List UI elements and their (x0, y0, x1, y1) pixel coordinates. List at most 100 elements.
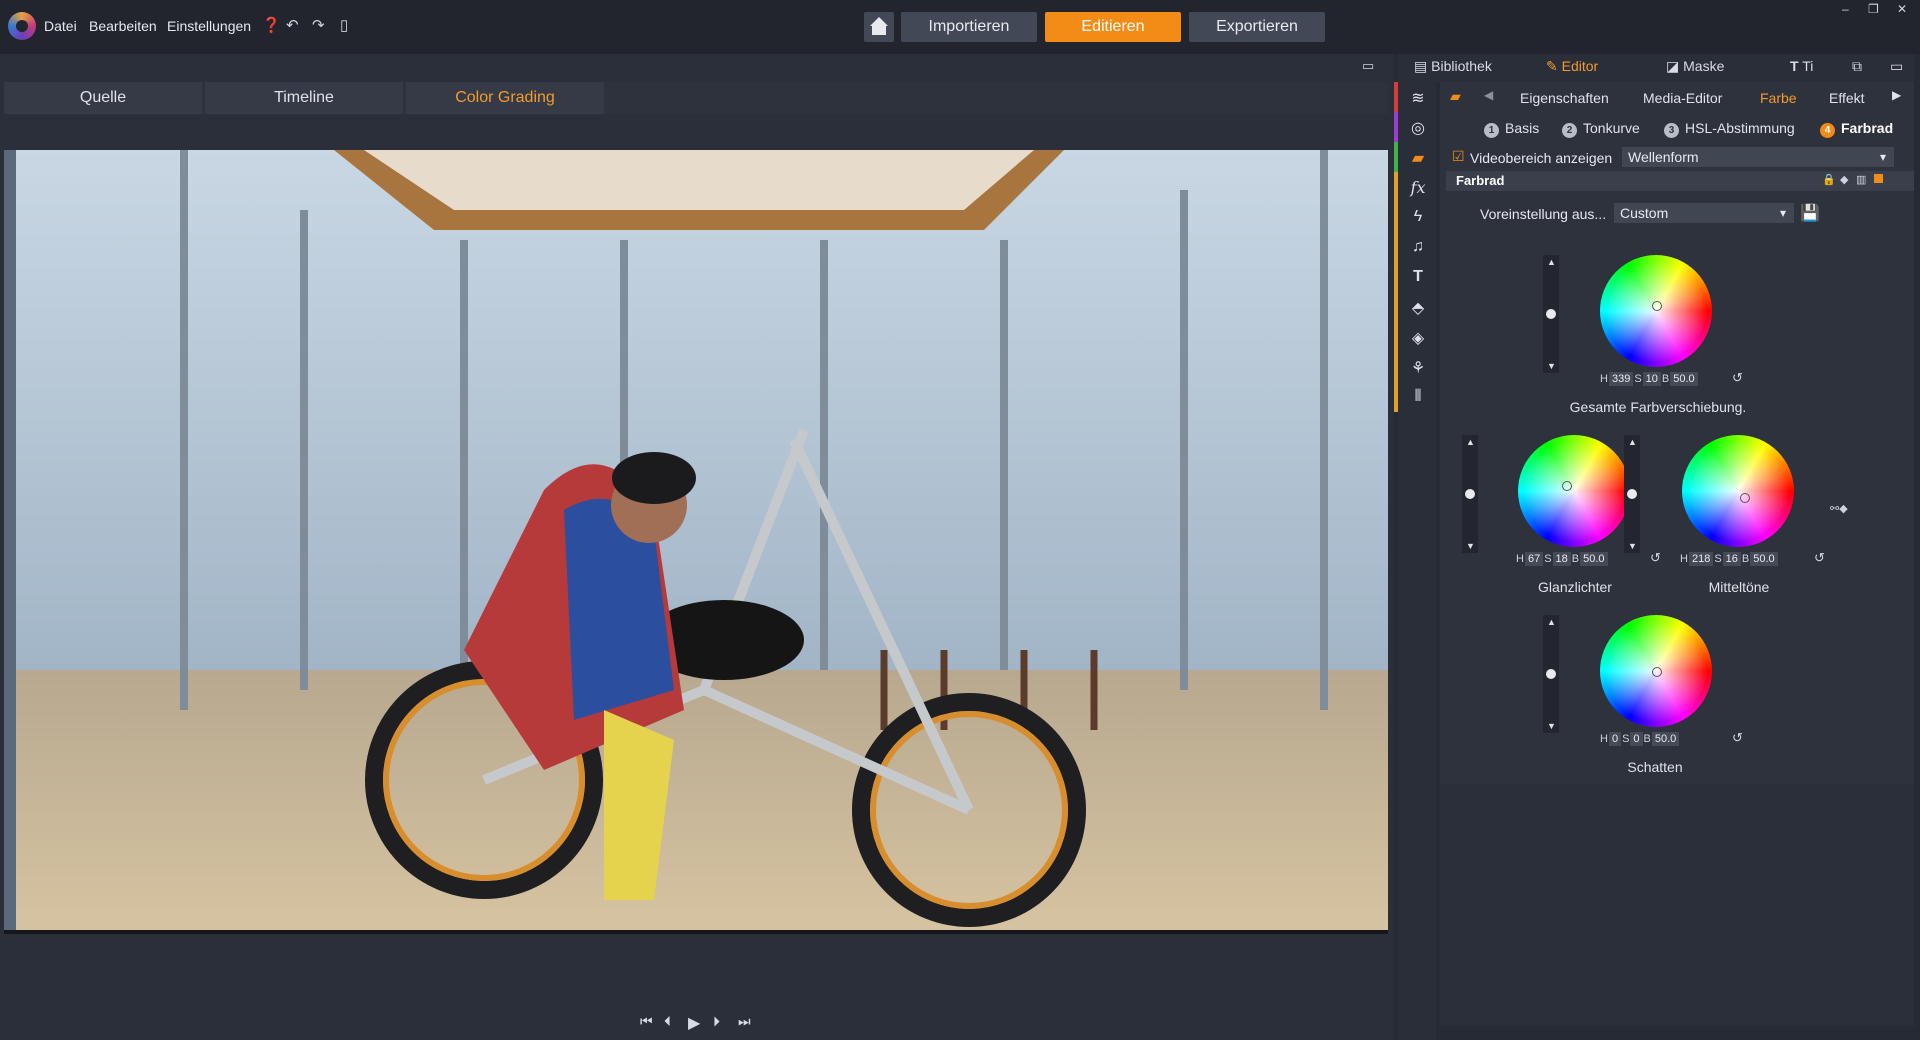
slider-knob[interactable] (1546, 309, 1556, 319)
overall-color-wheel[interactable] (1600, 255, 1712, 367)
home-button[interactable] (864, 12, 894, 42)
stack-icon[interactable]: ≋ (1408, 88, 1428, 108)
highlights-h-field[interactable]: 67 (1524, 552, 1544, 566)
scope-select[interactable]: Wellenform (1622, 147, 1894, 167)
video-preview[interactable] (4, 150, 1388, 930)
overall-reset-icon[interactable]: ↺ (1732, 370, 1743, 386)
layers-icon[interactable]: ◈ (1408, 328, 1428, 348)
highlights-color-wheel[interactable] (1518, 435, 1630, 547)
subtab-basis[interactable]: 1 Basis (1484, 120, 1539, 138)
slider-up-icon[interactable]: ▲ (1547, 617, 1556, 627)
restore-icon[interactable]: ❐ (1868, 2, 1879, 16)
document-icon[interactable]: ▯ (340, 16, 348, 34)
preset-select[interactable]: Custom (1614, 203, 1794, 223)
shadows-b-field[interactable]: 50.0 (1651, 732, 1680, 746)
reel-icon[interactable]: ◎ (1408, 118, 1428, 138)
slider-down-icon[interactable]: ▼ (1547, 361, 1556, 371)
transform-icon[interactable]: ⬘ (1408, 298, 1428, 318)
highlights-brightness-slider[interactable]: ▲ ▼ (1462, 435, 1478, 553)
lightning-icon[interactable]: ϟ (1408, 208, 1428, 226)
slider-up-icon[interactable]: ▲ (1628, 437, 1637, 447)
overall-brightness-slider[interactable]: ▲ ▼ (1543, 255, 1559, 373)
shadows-s-field[interactable]: 0 (1630, 732, 1643, 746)
link-wheels-icon[interactable]: ⚯◆ (1830, 502, 1848, 515)
export-button[interactable]: Exportieren (1189, 12, 1325, 42)
midtones-color-wheel[interactable] (1682, 435, 1794, 547)
midtones-brightness-slider[interactable]: ▲ ▼ (1624, 435, 1640, 553)
chapters-icon[interactable]: ⦀ (1408, 388, 1428, 406)
step-forward-icon[interactable]: ⏵ (713, 1013, 720, 1030)
fx-icon[interactable]: fx (1408, 178, 1428, 197)
slider-up-icon[interactable]: ▲ (1466, 437, 1475, 447)
highlights-b-field[interactable]: 50.0 (1580, 552, 1608, 566)
music-icon[interactable]: ♫ (1408, 238, 1428, 256)
skip-start-icon[interactable]: ⏮ (640, 1013, 653, 1030)
menu-datei[interactable]: Datei (44, 18, 77, 34)
slider-down-icon[interactable]: ▼ (1628, 541, 1637, 551)
tab-editor[interactable]: ✎ Editor (1546, 58, 1598, 75)
shadows-h-field[interactable]: 0 (1608, 732, 1622, 746)
slider-knob[interactable] (1627, 489, 1637, 499)
close-icon[interactable]: ✕ (1897, 2, 1907, 16)
redo-icon[interactable]: ↷ (312, 16, 325, 34)
slider-knob[interactable] (1465, 489, 1475, 499)
midtones-h-field[interactable]: 218 (1688, 552, 1714, 566)
undo-icon[interactable]: ↶ (286, 16, 299, 34)
panel-layout-icon[interactable]: ▭ (1890, 58, 1903, 75)
play-icon[interactable]: ▶ (688, 1013, 700, 1033)
help-icon[interactable]: ❓ (262, 16, 281, 34)
subtab-farbrad[interactable]: 4 Farbrad (1820, 120, 1893, 138)
minimize-icon[interactable]: – (1842, 2, 1849, 16)
midtones-b-field[interactable]: 50.0 (1750, 552, 1778, 566)
scope-checkbox[interactable]: ☑ (1452, 148, 1465, 165)
tab-farbe[interactable]: Farbe (1760, 90, 1797, 106)
text-icon[interactable]: T (1408, 268, 1428, 286)
wheel-handle[interactable] (1652, 301, 1662, 311)
edit-button[interactable]: Editieren (1045, 12, 1181, 42)
slider-knob[interactable] (1546, 669, 1556, 679)
wheel-handle[interactable] (1652, 667, 1662, 677)
shadows-color-wheel[interactable] (1600, 615, 1712, 727)
tab-quelle[interactable]: Quelle (4, 82, 202, 114)
tab-eigenschaften[interactable]: Eigenschaften (1520, 90, 1609, 106)
motion-icon[interactable]: ⚘ (1408, 358, 1428, 378)
scroll-right-icon[interactable]: ▶ (1892, 88, 1901, 102)
tab-effekt[interactable]: Effekt (1829, 90, 1865, 106)
slider-down-icon[interactable]: ▼ (1466, 541, 1475, 551)
lock-icon[interactable]: 🔒 (1822, 173, 1836, 186)
overall-s-field[interactable]: 10 (1642, 372, 1661, 386)
overall-h-field[interactable]: 339 (1608, 372, 1634, 386)
shadows-reset-icon[interactable]: ↺ (1732, 730, 1743, 746)
tab-library[interactable]: ▤ Bibliothek (1414, 58, 1492, 75)
save-preset-icon[interactable]: 💾 (1800, 203, 1820, 223)
scroll-left-icon[interactable]: ◀ (1484, 88, 1493, 102)
panel-float-icon[interactable]: ⧉ (1852, 58, 1862, 75)
tab-mask[interactable]: ◪ Maske (1666, 58, 1724, 75)
wheel-handle[interactable] (1740, 493, 1750, 503)
tab-color-grading[interactable]: Color Grading (406, 82, 604, 114)
tab-title[interactable]: T Ti (1790, 58, 1813, 74)
menu-bearbeiten[interactable]: Bearbeiten (89, 18, 157, 34)
keyframe-icon[interactable]: ◆ (1840, 173, 1848, 186)
overall-b-field[interactable]: 50.0 (1670, 372, 1698, 386)
skip-end-icon[interactable]: ⏭ (738, 1013, 751, 1030)
menu-einstellungen[interactable]: Einstellungen (167, 18, 251, 34)
subtab-tonkurve[interactable]: 2 Tonkurve (1562, 120, 1640, 138)
slider-down-icon[interactable]: ▼ (1547, 721, 1556, 731)
layout-toggle-icon[interactable]: ▭ (1362, 58, 1374, 74)
midtones-reset-icon[interactable]: ↺ (1814, 550, 1825, 566)
timeline-scrub-bar[interactable] (4, 930, 1388, 934)
tab-media-editor[interactable]: Media-Editor (1643, 90, 1722, 106)
shadows-brightness-slider[interactable]: ▲ ▼ (1543, 615, 1559, 733)
step-back-icon[interactable]: ⏴ (664, 1013, 671, 1030)
color-icon[interactable]: ▰ (1408, 148, 1428, 168)
midtones-s-field[interactable]: 16 (1722, 552, 1741, 566)
import-button[interactable]: Importieren (901, 12, 1037, 42)
wheel-handle[interactable] (1562, 481, 1572, 491)
highlights-s-field[interactable]: 18 (1552, 552, 1571, 566)
slider-up-icon[interactable]: ▲ (1547, 257, 1556, 267)
highlights-reset-icon[interactable]: ↺ (1650, 550, 1661, 566)
delete-icon[interactable]: ▥ (1856, 173, 1866, 186)
tab-timeline[interactable]: Timeline (205, 82, 403, 114)
subtab-hsl[interactable]: 3 HSL-Abstimmung (1664, 120, 1795, 138)
